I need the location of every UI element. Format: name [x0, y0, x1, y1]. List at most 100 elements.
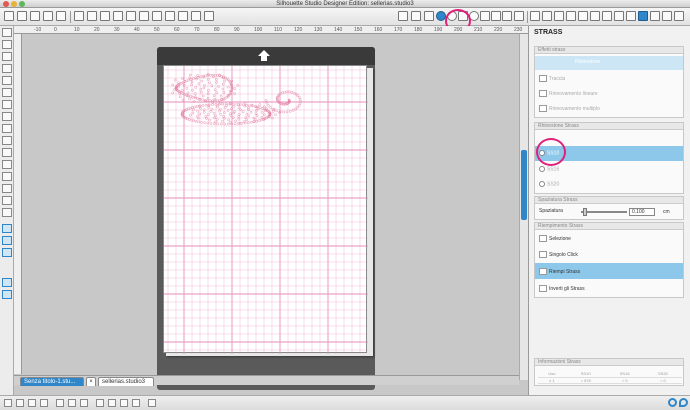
rhinestone-dot: [282, 110, 285, 114]
rhinestone-item-ss20[interactable]: SS20: [539, 181, 559, 187]
fill-item-fill[interactable]: Riempi Strass: [539, 268, 580, 275]
text-style-icon[interactable]: [502, 11, 512, 21]
undo-icon[interactable]: [126, 11, 136, 21]
registration-icon[interactable]: [424, 11, 434, 21]
effect-item-linear[interactable]: Rinnovamento lineare: [539, 90, 598, 97]
spacing-slider-knob[interactable]: [583, 208, 587, 216]
page-setup-icon[interactable]: [398, 11, 408, 21]
zoom-page-icon[interactable]: [204, 11, 214, 21]
design-panel-icon[interactable]: [2, 248, 12, 257]
rhinestone-dot: [191, 108, 195, 111]
polygon-star-icon[interactable]: [2, 172, 12, 181]
cut-icon[interactable]: [74, 11, 84, 21]
trace-icon[interactable]: [566, 11, 576, 21]
line-style-icon[interactable]: [491, 11, 501, 21]
duplicate-icon[interactable]: [56, 399, 64, 407]
rhinestone-dot: [205, 117, 208, 120]
ruler-tick-label: 150: [354, 27, 363, 33]
fill-item-invert[interactable]: Inverti gli Strass: [539, 285, 585, 292]
settings-gear-icon[interactable]: [668, 398, 677, 407]
smooth-freehand-icon[interactable]: [2, 136, 12, 145]
rhinestone-dot: [263, 105, 266, 109]
tab-sellerias[interactable]: sellerias.studio3: [98, 377, 154, 386]
delete-bottom-icon[interactable]: [80, 399, 88, 407]
pencil-tool-icon[interactable]: [2, 148, 12, 157]
text-tool-icon[interactable]: [2, 184, 12, 193]
freehand-tool-icon[interactable]: [2, 124, 12, 133]
knife-tool-icon[interactable]: [2, 208, 12, 217]
fonts-panel-icon[interactable]: [2, 278, 12, 287]
effect-item-rhinestone[interactable]: Rhinestone: [575, 59, 600, 65]
store-panel-icon[interactable]: [2, 236, 12, 245]
tab-untitled[interactable]: Senza titolo-1.stu...: [20, 377, 84, 386]
section-heading: Rhinestone Strass: [535, 123, 683, 130]
effect-selected-row[interactable]: [535, 56, 683, 70]
select-tool-icon[interactable]: [2, 28, 12, 37]
zoom-fit-icon[interactable]: [191, 11, 201, 21]
library-panel-icon[interactable]: [2, 224, 12, 233]
eraser-tool-icon[interactable]: [2, 196, 12, 205]
flip-icon[interactable]: [120, 399, 128, 407]
pan-hand-icon[interactable]: [152, 11, 162, 21]
polygon-tool-icon[interactable]: [2, 64, 12, 73]
send-to-silhouette-icon[interactable]: [43, 11, 53, 21]
replicate-icon[interactable]: [530, 11, 540, 21]
redo-icon[interactable]: [139, 11, 149, 21]
edit-points-icon[interactable]: [2, 40, 12, 49]
info-table: Uso SS10 SS16 SS20 x 1 ○ 578 ○ 0 ○ 0: [538, 371, 682, 384]
copy-icon[interactable]: [87, 11, 97, 21]
offset-icon[interactable]: [554, 11, 564, 21]
spacing-slider[interactable]: [581, 211, 627, 213]
refresh-icon[interactable]: [679, 398, 688, 407]
knife-icon[interactable]: [578, 11, 588, 21]
release-compound-icon[interactable]: [40, 399, 48, 407]
eraser-icon[interactable]: [590, 11, 600, 21]
line-tool-icon[interactable]: [2, 52, 12, 61]
group-icon[interactable]: [4, 399, 12, 407]
delete-icon[interactable]: [113, 11, 123, 21]
fill-item-single-click[interactable]: Singolo Click: [539, 251, 578, 258]
bring-front-icon[interactable]: [96, 399, 104, 407]
ungroup-icon[interactable]: [16, 399, 24, 407]
modify-icon[interactable]: [602, 11, 612, 21]
effect-item-trace[interactable]: Traccia: [539, 75, 565, 82]
arc-tool-icon[interactable]: [2, 160, 12, 169]
ellipse-tool-icon[interactable]: [2, 112, 12, 121]
rhinestone-dot: [221, 87, 225, 91]
transform-icon[interactable]: [542, 11, 552, 21]
library-icon[interactable]: [638, 11, 648, 21]
spacing-value-input[interactable]: 0.100: [629, 208, 655, 216]
grid-icon[interactable]: [411, 11, 421, 21]
curve-tool-icon[interactable]: [2, 76, 12, 85]
make-compound-icon[interactable]: [28, 399, 36, 407]
align-icon[interactable]: [480, 11, 490, 21]
rounded-rectangle-icon[interactable]: [2, 100, 12, 109]
new-document-icon[interactable]: [4, 11, 14, 21]
scroll-thumb[interactable]: [521, 150, 527, 220]
mirror-icon[interactable]: [68, 399, 76, 407]
open-file-icon[interactable]: [17, 11, 27, 21]
print-icon[interactable]: [56, 11, 66, 21]
fill-item-selection[interactable]: Selezione: [539, 235, 571, 242]
paste-icon[interactable]: [100, 11, 110, 21]
send-icon[interactable]: [662, 11, 672, 21]
rotate-icon[interactable]: [132, 399, 140, 407]
cut-settings-icon[interactable]: [514, 11, 524, 21]
settings-toolbar-icon[interactable]: [674, 11, 684, 21]
tab-close-icon[interactable]: ×: [86, 377, 96, 386]
rectangle-tool-icon[interactable]: [2, 88, 12, 97]
lock-icon[interactable]: [148, 399, 156, 407]
zoom-in-icon[interactable]: [165, 11, 175, 21]
page-panel-icon[interactable]: [2, 290, 12, 299]
store-icon[interactable]: [626, 11, 636, 21]
rhinestone-item-ss16[interactable]: SS16: [539, 166, 559, 172]
design-icon[interactable]: [650, 11, 660, 21]
zoom-out-icon[interactable]: [178, 11, 188, 21]
vertical-scrollbar[interactable]: [519, 34, 528, 380]
effect-item-multiple[interactable]: Rinnovamento multiplo: [539, 105, 600, 112]
save-icon[interactable]: [30, 11, 40, 21]
send-back-icon[interactable]: [108, 399, 116, 407]
weld-icon[interactable]: [614, 11, 624, 21]
rhinestone-dot: [245, 112, 249, 116]
page[interactable]: [163, 65, 368, 354]
